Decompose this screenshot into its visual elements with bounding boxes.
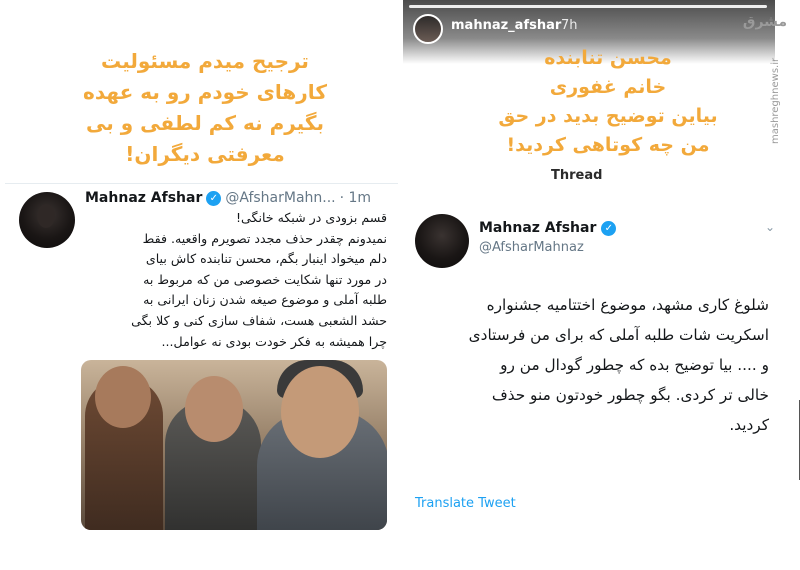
watermark-logo: مشرق — [742, 14, 788, 30]
tweet-text-line: شلوغ کاری مشهد، موضوع اختتامیه جشنواره — [486, 296, 769, 314]
story-time: 7h — [561, 18, 578, 33]
left-caption-line: معرفتی دیگران! — [125, 142, 285, 166]
tweet-text-line: کردید. — [729, 416, 769, 434]
tweet-text-line: چرا همیشه به فکر خودت بودی نه عوامل... — [161, 333, 387, 349]
right-tweet[interactable]: Mahnaz Afshar ✓ @AfsharMahnaz ⌄ شلوغ کار… — [403, 196, 775, 526]
chevron-down-icon[interactable]: ⌄ — [765, 220, 775, 234]
left-caption-line: بگیرم نه کم لطفی و بی — [86, 111, 324, 135]
verified-badge-icon: ✓ — [206, 190, 222, 206]
tweet-text-line: و .... بیا توضیح بده که چطور گودال من رو — [500, 356, 769, 374]
tweet-text: قسم بزودی در شبکه خانگی! نمیدونم چقدر حذ… — [83, 208, 387, 352]
tweet-image[interactable] — [81, 360, 387, 530]
tweet-text-line: نمیدونم چقدر حذف مجدد تصویرم واقعیه. فقط — [142, 230, 387, 246]
tweet-author-handle[interactable]: @AfsharMahn... — [225, 190, 335, 206]
right-caption-line: محسن تنابنده — [544, 47, 672, 69]
left-tweet[interactable]: Mahnaz Afshar ✓ @AfsharMahn... · 1m قسم … — [5, 183, 398, 539]
tweet-text-line: حشد الشعبی هست، شفاف سازی کنی و کلا بگی — [131, 312, 387, 328]
tweet-header: Mahnaz Afshar ✓ @AfsharMahn... · 1m — [85, 188, 371, 208]
story-progress-bar — [409, 5, 767, 8]
right-caption-line: خانم غفوری — [549, 76, 667, 98]
tweet-author-row: Mahnaz Afshar ✓ — [479, 220, 617, 236]
tweet-text: شلوغ کاری مشهد، موضوع اختتامیه جشنواره ا… — [411, 290, 769, 440]
tweet-author-name[interactable]: Mahnaz Afshar — [85, 190, 202, 206]
tweet-time[interactable]: · 1m — [340, 190, 371, 206]
left-caption: ترجیح میدم مسئولیت کارهای خودم رو به عهد… — [40, 46, 370, 170]
left-caption-line: کارهای خودم رو به عهده — [83, 80, 327, 104]
story-panel: mahnaz_afshar 7h محسن تنابنده خانم غفوری… — [403, 0, 800, 570]
story-avatar[interactable] — [413, 14, 443, 44]
watermark-site: mashreghnews.ir — [770, 57, 781, 144]
right-caption: محسن تنابنده خانم غفوری بیاین توضیح بدید… — [463, 44, 753, 160]
left-caption-line: ترجیح میدم مسئولیت — [101, 49, 309, 73]
verified-badge-icon: ✓ — [601, 220, 617, 236]
tweet-text-line: در مورد تنها شکایت خصوصی من که مربوط به — [143, 271, 387, 287]
tweet-text-line: خالی تر کردی. بگو چطور خودتون منو حذف — [491, 386, 769, 404]
translate-tweet-link[interactable]: Translate Tweet — [415, 496, 516, 511]
avatar[interactable] — [19, 192, 75, 248]
tweet-author-name[interactable]: Mahnaz Afshar — [479, 220, 596, 236]
right-caption-line: من چه کوتاهی کردید! — [506, 134, 710, 156]
story-username[interactable]: mahnaz_afshar — [451, 18, 561, 33]
tweet-author-handle[interactable]: @AfsharMahnaz — [479, 240, 584, 255]
avatar[interactable] — [415, 214, 469, 268]
thread-label: Thread — [551, 168, 603, 183]
tweet-text-line: اسکریت شات طلبه آملی که برای من فرستادی — [468, 326, 769, 344]
left-panel: ترجیح میدم مسئولیت کارهای خودم رو به عهد… — [0, 0, 402, 570]
right-caption-line: بیاین توضیح بدید در حق — [498, 105, 718, 127]
tweet-text-line: دلم میخواد اینبار بگم، محسن تنابنده کاش … — [145, 251, 387, 267]
tweet-text-line: قسم بزودی در شبکه خانگی! — [235, 210, 387, 225]
tweet-text-line: طلبه آملی و موضوع صیغه شدن زنان ایرانی ب… — [143, 292, 387, 308]
